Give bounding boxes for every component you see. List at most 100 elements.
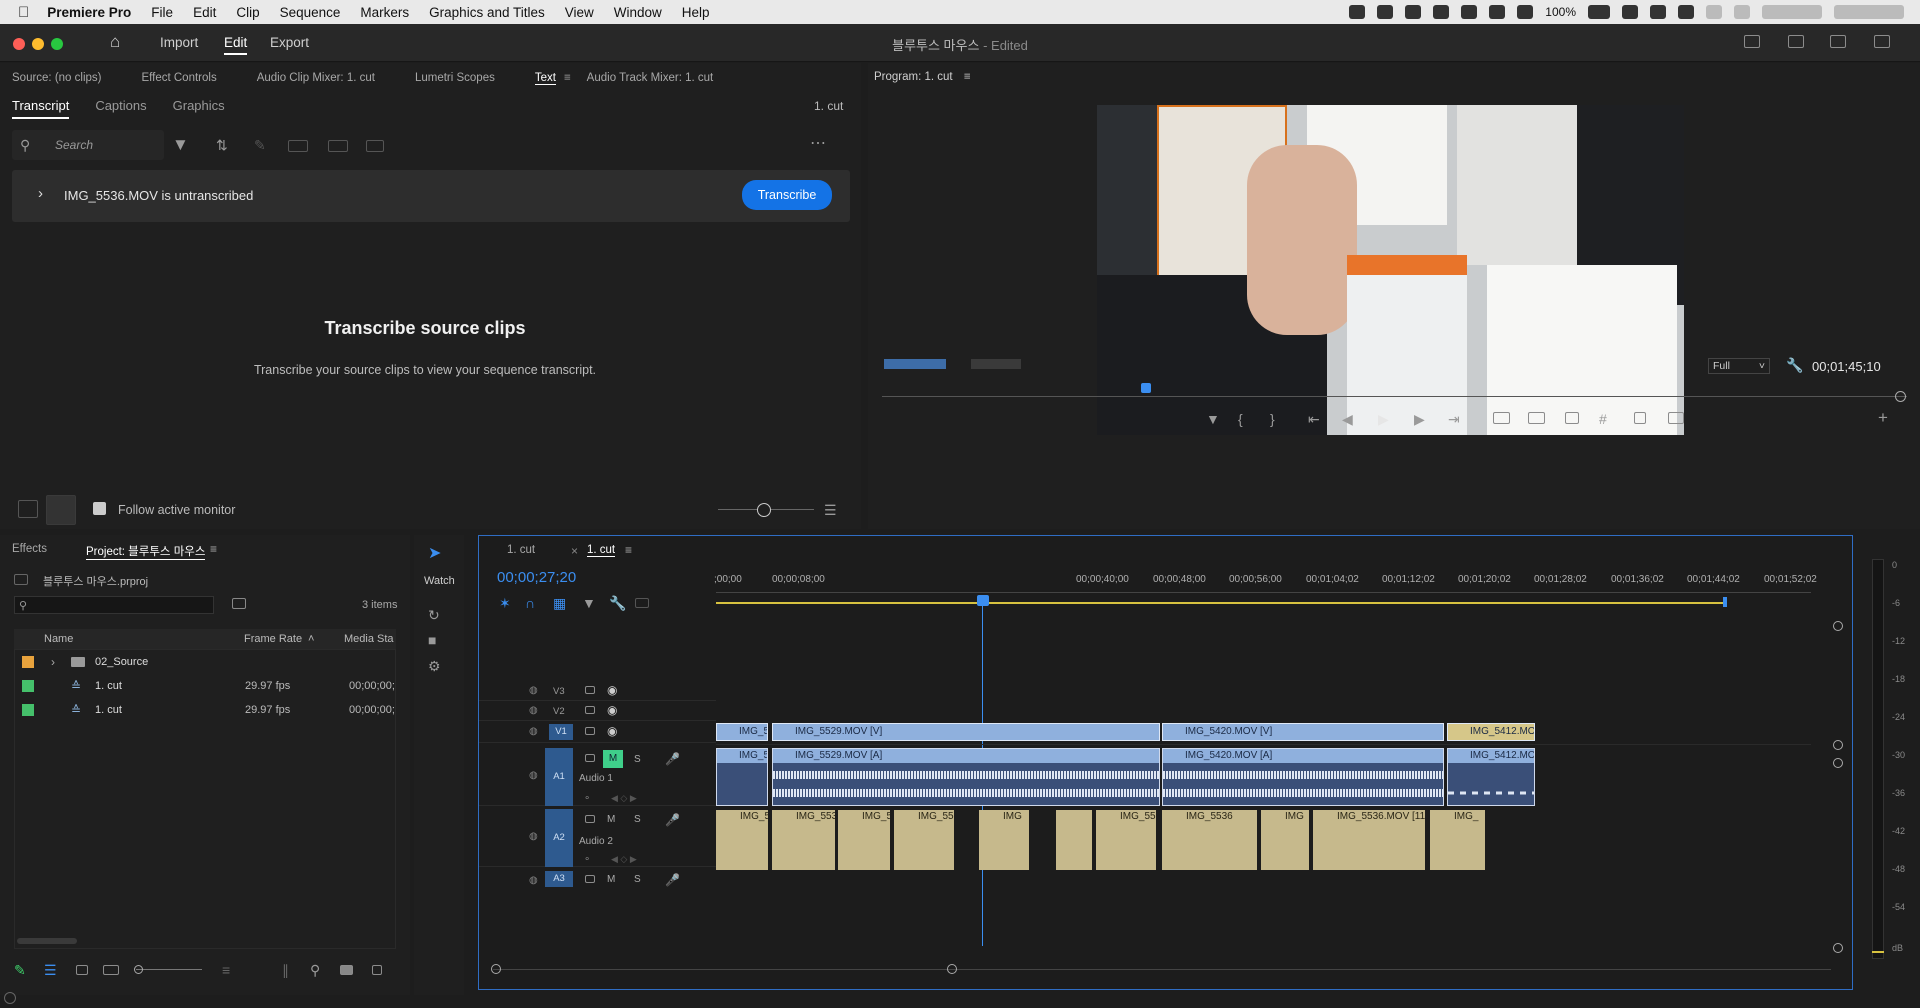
track-label[interactable]: V2 [553, 706, 565, 717]
add-marker-icon[interactable]: ▼ [582, 596, 596, 610]
tab-effects[interactable]: Effects [12, 543, 47, 555]
status-icon[interactable] [1706, 5, 1722, 19]
zoom-select[interactable]: Full ˅ [1708, 358, 1770, 374]
add-marker-icon[interactable]: ▼ [1206, 412, 1220, 426]
audio-clip[interactable]: IMG [1261, 810, 1309, 870]
safe-margins-icon[interactable]: # [1599, 412, 1607, 426]
merge-icon[interactable] [328, 140, 348, 152]
list-item[interactable]: › 02_Source [15, 650, 397, 674]
video-clip[interactable]: IMG_5 [716, 723, 768, 741]
menu-view[interactable]: View [565, 5, 594, 20]
menu-edit[interactable]: Edit [193, 5, 216, 20]
mark-in-icon[interactable]: { [1238, 412, 1243, 426]
new-bin-from-search-icon[interactable] [232, 598, 246, 609]
microphone-icon[interactable]: 🎤 [665, 752, 680, 766]
freeform-view-icon[interactable] [103, 965, 119, 975]
vertical-zoom-handle[interactable] [1833, 758, 1843, 768]
quick-export-icon[interactable] [1788, 35, 1804, 48]
lock-icon[interactable]: ◍ [529, 726, 538, 737]
go-to-in-icon[interactable]: ⇤ [1308, 412, 1320, 426]
menu-app-name[interactable]: Premiere Pro [47, 5, 131, 20]
linked-selection-icon[interactable]: ▦ [553, 596, 566, 610]
sync-lock-icon[interactable] [585, 815, 595, 823]
microphone-icon[interactable]: 🎤 [665, 873, 680, 887]
audio-clip[interactable]: IMG_5412.MOV [A [1447, 748, 1535, 806]
follow-monitor-checkbox[interactable] [93, 502, 106, 515]
panel-menu-icon[interactable]: ≡ [964, 71, 971, 83]
timeline-timecode[interactable]: 00;00;27;20 [497, 569, 576, 586]
menu-sequence[interactable]: Sequence [280, 5, 341, 20]
panel-menu-icon[interactable]: ≡ [625, 543, 632, 557]
audio-clip[interactable] [1056, 810, 1092, 870]
audio-level-control[interactable] [971, 359, 1021, 369]
vertical-zoom-handle[interactable] [1833, 621, 1843, 631]
audio-clip[interactable]: IMG_55 [838, 810, 890, 870]
video-frame[interactable] [1097, 105, 1684, 435]
timeline-playhead-handle[interactable] [977, 595, 989, 606]
tab-captions[interactable]: Captions [95, 98, 146, 119]
vr-video-icon[interactable] [1668, 412, 1684, 424]
wrench-icon[interactable]: 🔧 [1786, 358, 1803, 372]
split-icon[interactable] [288, 140, 308, 152]
audio-clip[interactable]: IMG_553 [1096, 810, 1156, 870]
fullscreen-icon[interactable] [1874, 35, 1890, 48]
out-point-marker[interactable] [1723, 597, 1727, 607]
extract-icon[interactable] [1528, 412, 1545, 424]
search-field[interactable]: ⚲ Search [12, 130, 164, 160]
folder-icon[interactable]: ■ [428, 633, 436, 647]
playback-resolution-control[interactable] [884, 359, 946, 369]
audio-clip[interactable]: IMG_5536 [1162, 810, 1257, 870]
tab-text[interactable]: Text [534, 72, 556, 85]
step-forward-icon[interactable]: ▶ [1414, 412, 1425, 426]
lock-icon[interactable]: ◍ [529, 685, 538, 696]
audio-clip[interactable]: IMG_ [1430, 810, 1485, 870]
audio-clip[interactable]: IMG_5536. [772, 810, 835, 870]
settings-sliders-icon[interactable]: ☰ [824, 503, 837, 517]
control-center-icon[interactable] [1678, 5, 1694, 19]
tab-lumetri-scopes[interactable]: Lumetri Scopes [415, 72, 495, 84]
tab-audio-track-mixer[interactable]: Audio Track Mixer: 1. cut [587, 72, 714, 84]
status-icon[interactable] [1377, 5, 1394, 19]
menu-help[interactable]: Help [682, 5, 710, 20]
chevron-right-icon[interactable]: › [51, 655, 55, 669]
label-color-swatch[interactable] [22, 680, 34, 692]
more-options-icon[interactable]: ⋯ [810, 136, 826, 152]
tab-transcript[interactable]: Transcript [12, 98, 70, 119]
battery-icon[interactable] [1588, 5, 1610, 19]
solo-button[interactable]: S [634, 754, 641, 765]
sync-lock-icon[interactable] [585, 754, 595, 762]
microphone-icon[interactable]: 🎤 [665, 813, 680, 827]
menu-file[interactable]: File [151, 5, 173, 20]
track-label[interactable]: V3 [553, 686, 565, 697]
new-item-icon[interactable] [372, 965, 382, 975]
tab-audio-clip-mixer[interactable]: Audio Clip Mixer: 1. cut [257, 72, 375, 84]
captions-icon[interactable] [366, 140, 384, 152]
find-icon[interactable]: ⚲ [310, 963, 320, 977]
vertical-zoom-handle[interactable] [1833, 740, 1843, 750]
program-scrubber-track[interactable] [882, 396, 1907, 397]
button-editor-icon[interactable]: + [1878, 409, 1888, 426]
volume-knob-icon[interactable]: ∘ [584, 793, 590, 804]
lock-icon[interactable]: ◍ [529, 770, 538, 781]
sort-ascending-icon[interactable]: ˄ [308, 633, 314, 645]
horizontal-scrollbar[interactable] [493, 969, 1831, 970]
export-frame-icon[interactable] [1565, 412, 1579, 424]
sync-lock-icon[interactable] [585, 727, 595, 735]
filter-icon[interactable]: ▼ [172, 136, 189, 153]
step-back-icon[interactable]: ◀ [1342, 412, 1353, 426]
video-clip[interactable]: IMG_5412.MOV [V [1447, 723, 1535, 741]
volume-knob-icon[interactable]: ∘ [584, 854, 590, 865]
tab-project[interactable]: Project: 블루투스 마우스 [86, 543, 206, 560]
column-frame-rate[interactable]: Frame Rate [244, 633, 302, 645]
shield-icon[interactable] [1461, 5, 1478, 19]
menu-clip[interactable]: Clip [236, 5, 259, 20]
work-area-bar[interactable] [716, 602, 1726, 604]
sort-icons-icon[interactable]: ≡ [222, 963, 230, 977]
track-label[interactable]: V1 [549, 724, 573, 740]
status-indicator-icon[interactable] [4, 992, 16, 1004]
status-icon[interactable] [1734, 5, 1750, 19]
audio-clip[interactable]: IMG [979, 810, 1029, 870]
status-icon[interactable] [1834, 5, 1904, 19]
mute-button[interactable]: M [603, 750, 623, 768]
video-clip[interactable]: IMG_5420.MOV [V] [1162, 723, 1444, 741]
